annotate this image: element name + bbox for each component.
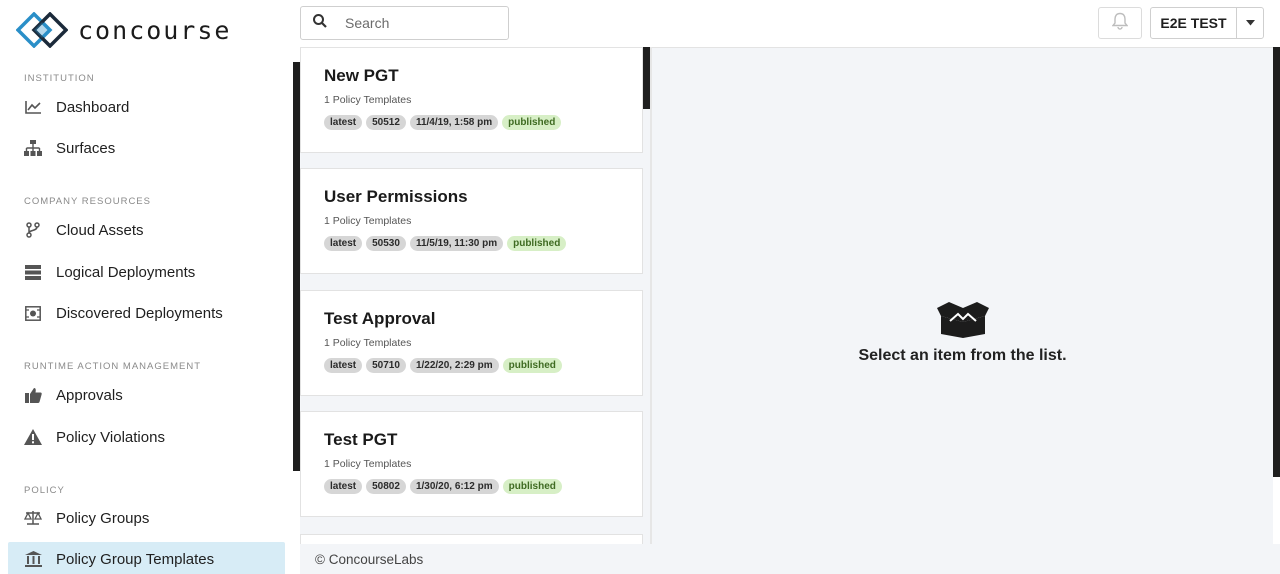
item-subtitle: 1 Policy Templates — [324, 215, 412, 227]
tag-version: latest — [324, 115, 363, 130]
sidebar-item-label: Discovered Deployments — [56, 304, 223, 322]
tag-version: latest — [324, 358, 363, 373]
open-box-icon — [936, 302, 989, 343]
sidebar: concourse INSTITUTION Dashboard Surfaces… — [0, 0, 300, 574]
tag-id: 50512 — [366, 115, 406, 130]
sidebar-item-label: Surfaces — [56, 139, 116, 157]
sidebar-item-policy-violations[interactable]: Policy Violations — [8, 420, 285, 454]
detail-pane: Select an item from the list. — [652, 47, 1273, 544]
list-item[interactable]: User Permissions 1 Policy Templates late… — [300, 168, 643, 274]
item-tags: latest 50512 11/4/19, 1:58 pm published — [324, 115, 642, 130]
item-tags: latest 50802 1/30/20, 6:12 pm published — [324, 479, 642, 494]
item-title: User Permissions — [324, 187, 468, 206]
tag-date: 1/22/20, 2:29 pm — [409, 358, 499, 373]
sidebar-section-policy: POLICY — [24, 485, 65, 496]
sidebar-section-runtime-action-management: RUNTIME ACTION MANAGEMENT — [24, 361, 202, 372]
status-badge: published — [507, 236, 567, 251]
bell-icon — [1111, 12, 1129, 35]
discover-icon — [24, 304, 42, 322]
item-subtitle: 1 Policy Templates — [324, 94, 412, 106]
sidebar-item-label: Cloud Assets — [56, 221, 144, 239]
sidebar-item-discovered-deployments[interactable]: Discovered Deployments — [8, 296, 285, 330]
sitemap-icon — [24, 139, 42, 157]
tag-version: latest — [324, 479, 363, 494]
search-box[interactable] — [300, 6, 509, 40]
app-name: concourse — [78, 15, 232, 45]
caret-down-icon[interactable] — [1237, 8, 1263, 38]
sidebar-item-cloud-assets[interactable]: Cloud Assets — [8, 213, 285, 247]
tag-id: 50802 — [366, 479, 406, 494]
sidebar-item-dashboard[interactable]: Dashboard — [8, 90, 285, 124]
tag-id: 50710 — [366, 358, 406, 373]
sidebar-item-label: Policy Groups — [56, 509, 150, 527]
item-title: Test PGT — [324, 430, 398, 449]
concourse-logo-icon — [16, 12, 68, 48]
tag-date: 11/5/19, 11:30 pm — [409, 236, 504, 251]
sidebar-item-label: Policy Group Templates — [56, 550, 215, 568]
item-subtitle: 1 Policy Templates — [324, 458, 412, 470]
search-icon — [313, 13, 327, 33]
server-icon — [24, 263, 42, 281]
list-item[interactable]: Test Approval 1 Policy Templates latest … — [300, 290, 643, 396]
sidebar-item-label: Dashboard — [56, 98, 130, 116]
item-tags: latest 50710 1/22/20, 2:29 pm published — [324, 358, 642, 373]
list-scrollbar-thumb[interactable] — [643, 47, 650, 109]
status-badge: published — [502, 115, 562, 130]
warning-icon — [24, 428, 42, 446]
sidebar-item-approvals[interactable]: Approvals — [8, 378, 285, 412]
list-item[interactable]: New PGT 1 Policy Templates latest 50512 … — [300, 48, 643, 153]
item-title: Test Approval — [324, 309, 436, 328]
institution-icon — [24, 550, 42, 568]
sidebar-item-surfaces[interactable]: Surfaces — [8, 131, 285, 165]
list-item-partial[interactable] — [300, 534, 643, 544]
user-name-button[interactable]: E2E TEST — [1151, 8, 1237, 38]
template-list[interactable]: New PGT 1 Policy Templates latest 50512 … — [300, 47, 652, 544]
tag-date: 11/4/19, 1:58 pm — [409, 115, 499, 130]
sidebar-section-company-resources: COMPANY RESOURCES — [24, 196, 151, 207]
empty-message: Select an item from the list. — [858, 347, 1067, 364]
code-branch-icon — [24, 221, 42, 239]
sidebar-item-label: Policy Violations — [56, 428, 165, 446]
sidebar-item-label: Approvals — [56, 386, 123, 404]
tag-version: latest — [324, 236, 363, 251]
tag-id: 50530 — [366, 236, 406, 251]
status-badge: published — [502, 479, 562, 494]
logo[interactable]: concourse — [16, 12, 231, 48]
footer: © ConcourseLabs — [300, 544, 1280, 574]
footer-copyright: © ConcourseLabs — [315, 551, 424, 567]
thumbs-up-icon — [24, 386, 42, 404]
sidebar-item-policy-group-templates[interactable]: Policy Group Templates — [8, 542, 285, 574]
balance-scale-icon — [24, 509, 42, 527]
notifications-button[interactable] — [1098, 7, 1142, 39]
user-menu[interactable]: E2E TEST — [1150, 7, 1264, 39]
item-title: New PGT — [324, 66, 399, 85]
top-bar: E2E TEST — [300, 0, 1280, 47]
item-subtitle: 1 Policy Templates — [324, 337, 412, 349]
tag-date: 1/30/20, 6:12 pm — [409, 479, 499, 494]
sidebar-section-institution: INSTITUTION — [24, 73, 95, 84]
chart-line-icon — [24, 98, 42, 116]
item-tags: latest 50530 11/5/19, 11:30 pm published — [324, 236, 642, 251]
sidebar-item-label: Logical Deployments — [56, 263, 196, 281]
list-left-edge — [293, 62, 300, 471]
empty-state: Select an item from the list. — [652, 302, 1273, 365]
sidebar-item-policy-groups[interactable]: Policy Groups — [8, 501, 285, 535]
sidebar-item-logical-deployments[interactable]: Logical Deployments — [8, 255, 285, 289]
status-badge: published — [502, 358, 562, 373]
list-item[interactable]: Test PGT 1 Policy Templates latest 50802… — [300, 411, 643, 517]
search-input[interactable] — [345, 15, 495, 31]
page-scrollbar-thumb[interactable] — [1273, 47, 1280, 477]
